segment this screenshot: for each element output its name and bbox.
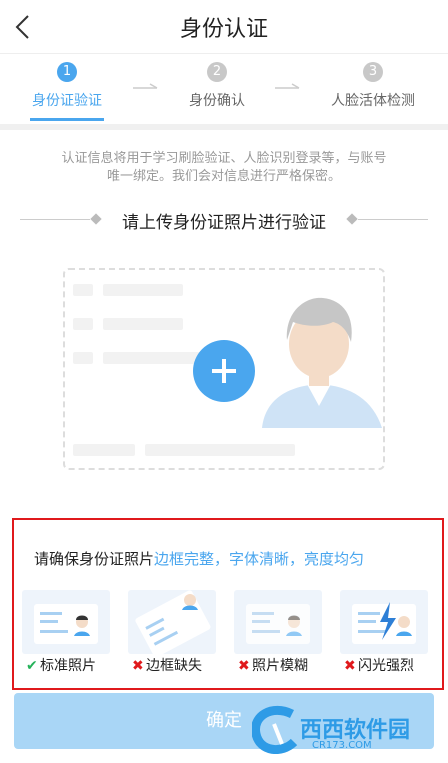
progress-steps: 1 身份证验证 2 身份确认 3 人脸活体检测 <box>0 54 448 124</box>
example-caption: ✔ 标准照片 <box>26 658 96 674</box>
id-card-icon <box>246 604 310 644</box>
watermark: 西西软件园 CR173.COM <box>248 700 444 758</box>
requirements-highlight: 边框完整，字体清晰，亮度均匀 <box>154 550 365 568</box>
page-title: 身份认证 <box>179 17 268 42</box>
upload-subtitle: 请上传身份证照片进行验证 <box>122 213 326 233</box>
requirements-text: 请确保身份证照片边框完整，字体清晰，亮度均匀 <box>34 548 364 569</box>
example-standard-photo <box>22 590 110 654</box>
placeholder-line <box>103 284 183 296</box>
example-caption: ✖ 照片模糊 <box>238 658 308 674</box>
plus-icon <box>212 359 236 383</box>
arrow-right-icon <box>275 83 300 89</box>
placeholder-line <box>73 444 135 456</box>
example-caption: ✖ 闪光强烈 <box>344 658 414 674</box>
top-bar: 身份认证 <box>0 0 448 54</box>
cross-icon: ✖ <box>132 658 144 674</box>
example-caption: ✖ 边框缺失 <box>132 658 202 674</box>
notice-line: 认证信息将用于学习刷脸验证、人脸识别登录等，与账号 <box>61 151 387 166</box>
placeholder-line <box>73 284 93 296</box>
upload-heading: 请上传身份证照片进行验证 <box>20 208 428 233</box>
example-missing-border <box>128 590 216 658</box>
step-number: 2 <box>207 62 227 82</box>
placeholder-line <box>73 318 93 330</box>
step-label: 身份证验证 <box>32 93 102 109</box>
requirements-lead: 请确保身份证照片 <box>34 550 155 568</box>
portrait-placeholder-icon <box>262 297 382 428</box>
id-card-icon <box>352 602 416 644</box>
example-blurry-photo <box>234 590 322 654</box>
add-photo-button[interactable] <box>193 340 255 402</box>
identity-verification-page: 身份认证 1 身份证验证 2 身份确认 3 人脸活体检测 认证信息将用于学习刷脸… <box>0 0 448 763</box>
placeholder-line <box>103 318 183 330</box>
divider-line <box>358 219 428 220</box>
placeholder-line <box>73 352 93 364</box>
watermark-logo-icon <box>252 705 298 754</box>
cross-icon: ✖ <box>238 658 250 674</box>
step-number: 3 <box>363 62 383 82</box>
step-label: 身份确认 <box>189 93 245 109</box>
watermark-subtext: CR173.COM <box>312 740 372 751</box>
active-step-indicator <box>30 118 104 121</box>
id-card-icon <box>135 590 211 658</box>
step-liveness-detection: 3 人脸活体检测 <box>303 62 443 110</box>
id-card-upload-area[interactable] <box>63 268 385 470</box>
placeholder-line <box>145 444 295 456</box>
id-card-icon <box>34 604 98 644</box>
check-icon: ✔ <box>26 658 38 674</box>
step-number: 1 <box>57 62 77 82</box>
privacy-notice: 认证信息将用于学习刷脸验证、人脸识别登录等，与账号 唯一绑定。我们会对信息进行严… <box>24 150 424 186</box>
example-strong-flash <box>340 590 428 654</box>
section-divider <box>0 124 448 130</box>
step-identity-confirm: 2 身份确认 <box>147 62 287 110</box>
step-label: 人脸活体检测 <box>331 93 415 109</box>
cross-icon: ✖ <box>344 658 356 674</box>
photo-requirements-box: 请确保身份证照片边框完整，字体清晰，亮度均匀 ✔ 标准照片 ✖ 边框缺失 ✖ 照… <box>12 518 444 690</box>
step-id-card: 1 身份证验证 <box>0 62 137 110</box>
notice-line: 唯一绑定。我们会对信息进行严格保密。 <box>106 169 341 184</box>
